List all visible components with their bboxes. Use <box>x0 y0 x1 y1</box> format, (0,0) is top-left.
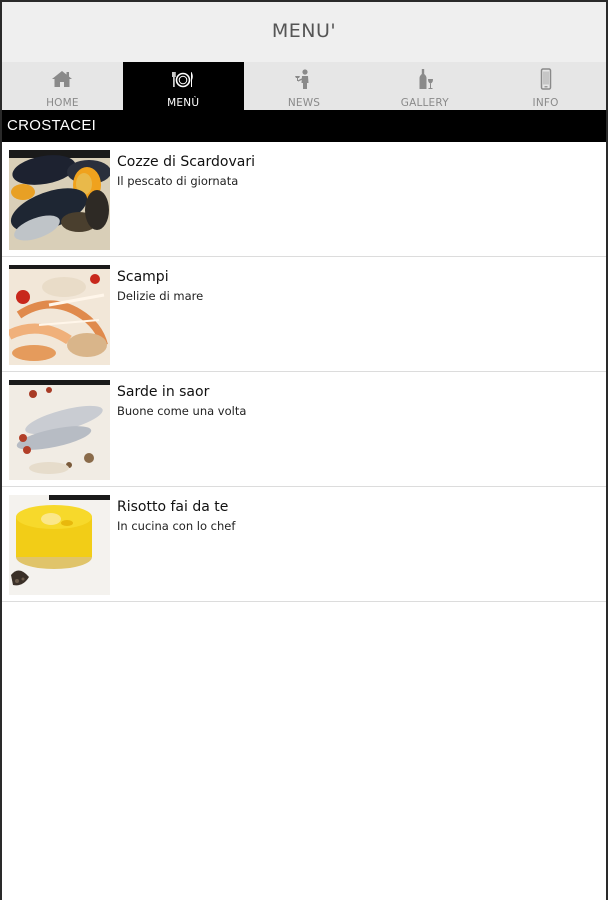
wine-bottle-icon <box>419 69 433 89</box>
list-item[interactable]: Scampi Delizie di mare <box>2 257 606 372</box>
section-title: CROSTACEI <box>7 117 97 134</box>
item-title: Sarde in saor <box>117 384 210 400</box>
list-item[interactable]: Cozze di Scardovari Il pescato di giorna… <box>2 142 606 257</box>
tab-home[interactable]: HOME <box>2 62 123 110</box>
page-title: MENU' <box>271 20 337 42</box>
item-subtitle: Buone come una volta <box>117 404 247 418</box>
risotto-photo <box>9 495 110 595</box>
tab-news[interactable]: NEWS <box>244 62 365 110</box>
home-icon <box>52 71 73 87</box>
tab-news-label: NEWS <box>287 97 321 109</box>
tab-info-label: INFO <box>532 97 559 109</box>
item-title: Cozze di Scardovari <box>117 154 255 170</box>
mussels-photo <box>9 150 110 250</box>
plate-cutlery-icon <box>172 72 193 88</box>
tab-info[interactable]: INFO <box>485 62 606 110</box>
scampi-photo <box>9 265 110 365</box>
item-title: Scampi <box>117 269 169 285</box>
tab-home-label: HOME <box>46 97 79 109</box>
list-item[interactable]: Risotto fai da te In cucina con lo chef <box>2 487 606 602</box>
app-header: MENU' <box>2 2 606 62</box>
tab-menu-label: MENÙ <box>167 97 200 109</box>
phone-icon <box>540 68 551 90</box>
item-subtitle: Il pescato di giornata <box>117 174 239 188</box>
item-subtitle: Delizie di mare <box>117 289 204 303</box>
tab-gallery-label: GALLERY <box>400 97 449 109</box>
section-header: CROSTACEI <box>2 110 606 142</box>
tab-gallery[interactable]: GALLERY <box>364 62 485 110</box>
app-frame: MENU' HOME MENÙ NEWS GALLERY INFO CROSTA… <box>0 0 608 900</box>
tab-menu[interactable]: MENÙ <box>122 62 244 110</box>
sardines-photo <box>9 380 110 480</box>
item-title: Risotto fai da te <box>117 499 229 515</box>
item-subtitle: In cucina con lo chef <box>117 519 236 533</box>
waiter-icon <box>294 69 309 89</box>
menu-list: Cozze di Scardovari Il pescato di giorna… <box>2 142 606 602</box>
tab-bar: HOME MENÙ NEWS GALLERY INFO <box>2 62 606 110</box>
list-item[interactable]: Sarde in saor Buone come una volta <box>2 372 606 487</box>
